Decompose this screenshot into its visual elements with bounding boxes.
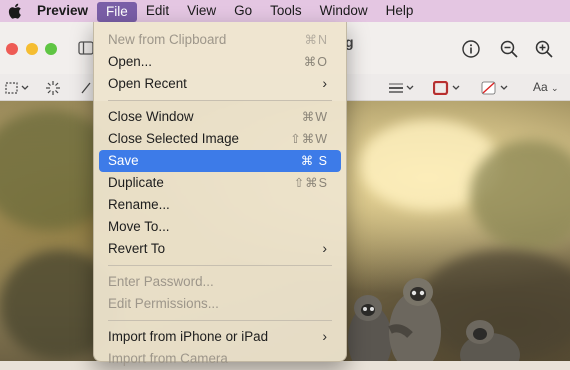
- menu-item-open[interactable]: Open... ⌘O: [99, 51, 341, 73]
- instant-alpha-icon[interactable]: [45, 80, 61, 96]
- menu-go[interactable]: Go: [225, 0, 261, 22]
- menu-item-close-selected-image[interactable]: Close Selected Image ⇧⌘W: [99, 128, 341, 150]
- menu-item-duplicate[interactable]: Duplicate ⇧⌘S: [99, 172, 341, 194]
- menu-item-import-from-camera: Import from Camera: [108, 351, 228, 366]
- sidebar-toggle-icon[interactable]: [78, 40, 94, 56]
- info-icon[interactable]: [462, 40, 480, 58]
- menu-view[interactable]: View: [178, 0, 225, 22]
- menu-item-enter-password: Enter Password...: [108, 274, 214, 289]
- fill-color-icon[interactable]: [481, 81, 511, 95]
- zoom-window-button[interactable]: [45, 43, 57, 55]
- minimize-window-button[interactable]: [26, 43, 38, 55]
- text-style-button[interactable]: Aa ⌄: [533, 80, 559, 94]
- menu-separator: [108, 320, 332, 321]
- menu-separator: [108, 100, 332, 101]
- menu-item-edit-permissions: Edit Permissions...: [108, 296, 219, 311]
- file-menu: New from Clipboard ⌘N Open... ⌘O Open Rece…: [93, 22, 347, 366]
- menu-file[interactable]: File: [97, 1, 137, 22]
- menu-item-save[interactable]: Save ⌘ S: [99, 150, 341, 172]
- chevron-right-icon: ›: [322, 75, 327, 91]
- menu-item-move-to[interactable]: Move To...: [99, 216, 341, 238]
- menu-item-import-from-iphone[interactable]: Import from iPhone or iPad ›: [99, 326, 341, 348]
- menu-item-open-recent[interactable]: Open Recent ›: [99, 73, 341, 95]
- menu-bar: Preview File Edit View Go Tools Window H…: [0, 0, 570, 22]
- menu-item-new-from-clipboard: New from Clipboard ⌘N: [108, 32, 328, 47]
- zoom-out-icon[interactable]: [500, 40, 518, 58]
- close-window-button[interactable]: [6, 43, 18, 55]
- menu-edit[interactable]: Edit: [137, 0, 178, 22]
- border-color-icon[interactable]: [433, 81, 463, 95]
- rect-selection-icon[interactable]: [5, 81, 31, 95]
- menu-separator: [108, 265, 332, 266]
- menu-tools[interactable]: Tools: [261, 0, 311, 22]
- menu-help[interactable]: Help: [377, 0, 423, 22]
- sketch-icon[interactable]: [80, 81, 92, 95]
- monkeys-illustration: [348, 278, 520, 361]
- menu-item-close-window[interactable]: Close Window ⌘W: [99, 106, 341, 128]
- menu-app-preview[interactable]: Preview: [28, 0, 97, 22]
- menu-window[interactable]: Window: [311, 0, 377, 22]
- menu-item-rename[interactable]: Rename...: [99, 194, 341, 216]
- chevron-right-icon: ›: [322, 328, 327, 344]
- apple-logo-icon[interactable]: [8, 3, 22, 19]
- menu-item-revert-to[interactable]: Revert To ›: [99, 238, 341, 260]
- zoom-in-icon[interactable]: [535, 40, 553, 58]
- chevron-right-icon: ›: [322, 240, 327, 256]
- line-style-icon[interactable]: [388, 82, 416, 94]
